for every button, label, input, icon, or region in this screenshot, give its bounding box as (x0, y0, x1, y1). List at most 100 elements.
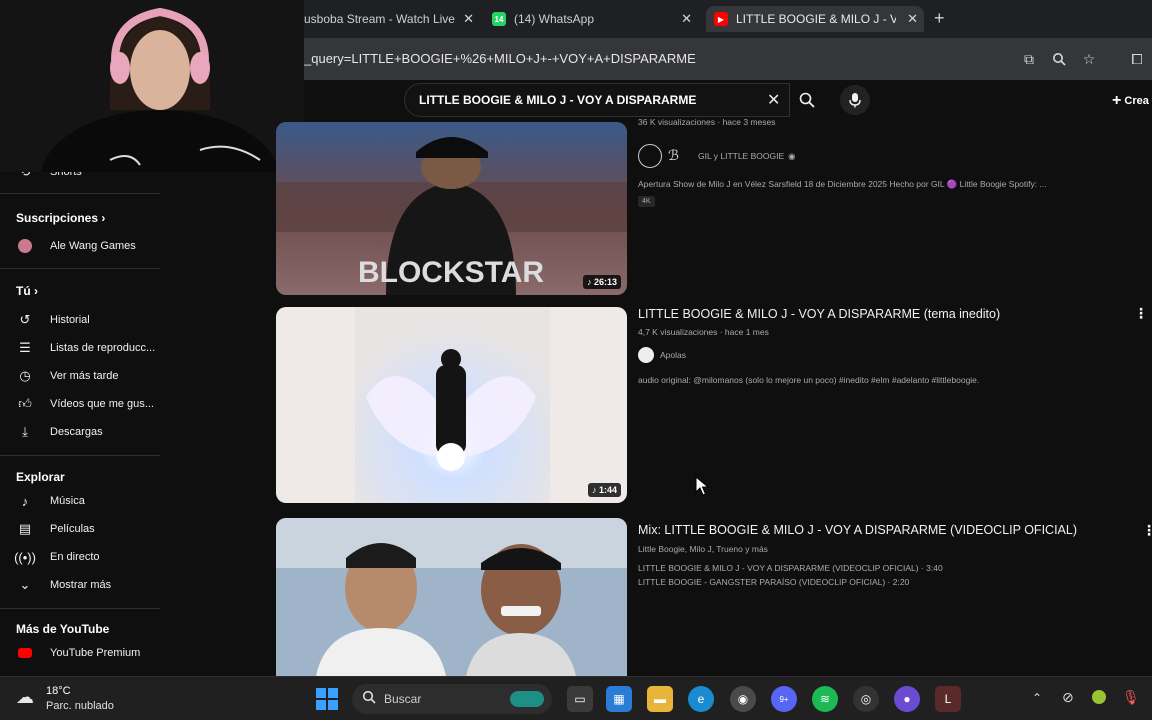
mix-item[interactable]: LITTLE BOOGIE - GANGSTER PARAÍSO (VIDEOC… (638, 577, 909, 587)
sidebar: ⟲ Shorts Suscripciones › Ale Wang Games … (0, 122, 160, 676)
taskbar: ☁ 18°C Parc. nublado Buscar ▭ ▦ ▬ e ◉ 9+… (0, 676, 1152, 720)
more-from-youtube-heading: Más de YouTube (16, 622, 110, 636)
video-meta: 4,7 K visualizaciones · hace 1 mes (638, 327, 769, 337)
live-icon: ((•)) (14, 549, 36, 565)
divider (0, 455, 160, 456)
divider (0, 193, 160, 194)
channel-link[interactable]: Apolas (638, 347, 686, 363)
mix-thumbnail[interactable] (276, 518, 627, 676)
search-query: LITTLE BOOGIE & MILO J - VOY A DISPARARM… (419, 93, 697, 107)
video-thumbnail[interactable]: BLOCKSTAR ♪ 26:13 (276, 122, 627, 295)
channel-avatar (16, 237, 34, 255)
obs-icon[interactable]: ◎ (853, 686, 879, 712)
voice-search-button[interactable] (840, 85, 870, 115)
verified-icon: ◉ (788, 150, 796, 161)
music-icon: ♪ (21, 493, 29, 509)
discord-icon[interactable]: 9+ (771, 686, 797, 712)
taskbar-search[interactable]: Buscar (352, 684, 552, 714)
search-icon (362, 690, 376, 709)
show-hidden-icons-icon[interactable]: ⌃ (1032, 691, 1042, 705)
mix-title[interactable]: Mix: LITTLE BOOGIE & MILO J - VOY A DISP… (638, 523, 1077, 537)
sidebar-item-movies[interactable]: ▤ Películas (0, 516, 160, 542)
svg-text:BLOCKSTAR: BLOCKSTAR (358, 256, 544, 289)
mix-meta: Little Boogie, Milo J, Trueno y más (638, 544, 768, 554)
sidebar-item-history[interactable]: ↺ Historial (0, 307, 160, 333)
video-thumbnail[interactable]: ♪ 1:44 (276, 307, 627, 503)
chrome-icon[interactable]: ◉ (730, 686, 756, 712)
file-explorer-icon[interactable]: ▬ (647, 686, 673, 712)
clear-search-icon[interactable]: ✕ (767, 90, 780, 110)
close-icon[interactable]: ✕ (681, 11, 692, 27)
video-meta: 36 K visualizaciones · hace 3 meses (638, 117, 776, 127)
sidebar-item-show-more[interactable]: ⌄ Mostrar más (0, 572, 160, 598)
sidebar-item-youtube-premium[interactable]: YouTube Premium (0, 640, 160, 666)
tab-whatsapp[interactable]: 14 (14) WhatsApp ✕ (484, 6, 698, 32)
divider (0, 608, 160, 609)
sidebar-item-subscription[interactable]: Ale Wang Games (0, 233, 160, 259)
tray-app-icon[interactable] (1092, 690, 1106, 704)
subscriptions-heading[interactable]: Suscripciones › (16, 211, 105, 225)
windows-start-icon[interactable] (314, 686, 340, 712)
spotify-icon[interactable]: ≋ (812, 686, 838, 712)
sidebar-item-live[interactable]: ((•)) En directo (0, 544, 160, 570)
search-button[interactable] (790, 83, 824, 117)
zoom-icon[interactable] (1050, 50, 1068, 68)
bookmark-star-icon[interactable]: ☆ (1080, 50, 1098, 68)
video-description: Apertura Show de Milo J en Vélez Sarsfie… (638, 179, 1047, 189)
microphone-icon[interactable]: 🎙︎ (1122, 689, 1140, 706)
microsoft-store-icon[interactable]: ▦ (606, 686, 632, 712)
channel-avatar (638, 347, 654, 363)
tab-title: (14) WhatsApp (514, 12, 595, 26)
channel-avatar: ℬ (668, 147, 680, 163)
duration-badge: ♪ 1:44 (587, 483, 621, 497)
search-icon (799, 92, 815, 108)
quality-badge: 4K (638, 196, 655, 207)
webcam-overlay (0, 0, 304, 172)
weather-icon: ☁ (16, 687, 34, 707)
new-tab-button[interactable]: + (934, 8, 945, 29)
movies-icon: ▤ (18, 521, 32, 536)
watch-later-icon: ◷ (19, 368, 31, 383)
duration-badge: ♪ 26:13 (582, 275, 621, 289)
url-field[interactable]: _query=LITTLE+BOOGIE+%26+MILO+J+-+VOY+A+… (304, 51, 696, 66)
extensions-icon[interactable]: ⧠ (1128, 50, 1146, 68)
plus-icon: + (1112, 92, 1122, 109)
chat-app-icon[interactable]: ● (894, 686, 920, 712)
sidebar-item-playlists[interactable]: ☰ Listas de reproducc... (0, 335, 160, 361)
install-app-icon[interactable]: ⧉ (1020, 50, 1038, 68)
tab-stream[interactable]: usboba Stream - Watch Live ✕ (296, 6, 480, 32)
history-icon: ↺ (19, 312, 31, 327)
task-view-icon[interactable]: ▭ (567, 686, 593, 712)
sidebar-item-downloads[interactable]: ⤓ Descargas (0, 419, 160, 445)
tab-title: usboba Stream - Watch Live (304, 12, 455, 26)
youtube-icon: ▶ (714, 12, 728, 26)
thumbs-up-icon: 👍︎ (18, 396, 32, 411)
create-button[interactable]: + Crea (1112, 92, 1149, 110)
mix-item[interactable]: LITTLE BOOGIE & MILO J - VOY A DISPARARM… (638, 563, 943, 573)
whatsapp-icon: 14 (492, 12, 506, 26)
edge-icon[interactable]: e (688, 686, 714, 712)
more-actions-icon[interactable]: ⋮ (1142, 522, 1152, 539)
network-icon[interactable]: ⊘ (1062, 689, 1074, 706)
channel-link[interactable]: ℬ GIL y LITTLE BOOGIE ◉ (638, 144, 796, 168)
video-description: audio original: @milomanos (solo lo mejo… (638, 375, 980, 385)
channel-avatar (638, 144, 662, 168)
close-icon[interactable]: ✕ (907, 11, 918, 27)
tab-youtube[interactable]: ▶ LITTLE BOOGIE & MILO J - VOY ✕ (706, 6, 924, 32)
search-input[interactable]: LITTLE BOOGIE & MILO J - VOY A DISPARARM… (404, 83, 790, 117)
microphone-icon (849, 93, 861, 108)
chevron-right-icon: › (34, 284, 39, 298)
divider (0, 268, 160, 269)
video-title[interactable]: LITTLE BOOGIE & MILO J - VOY A DISPARARM… (638, 307, 1000, 321)
youtube-premium-icon (16, 644, 34, 662)
sidebar-item-liked[interactable]: 👍︎ Vídeos que me gus... (0, 391, 160, 417)
sidebar-item-music[interactable]: ♪ Música (0, 488, 160, 514)
mouse-cursor-icon (695, 476, 709, 496)
more-actions-icon[interactable]: ⋮ (1134, 305, 1148, 322)
league-of-legends-icon[interactable]: L (935, 686, 961, 712)
tab-title: LITTLE BOOGIE & MILO J - VOY (736, 12, 896, 26)
you-heading[interactable]: Tú › (16, 284, 38, 298)
sidebar-item-watch-later[interactable]: ◷ Ver más tarde (0, 363, 160, 389)
explore-heading: Explorar (16, 470, 65, 484)
close-icon[interactable]: ✕ (463, 11, 474, 27)
